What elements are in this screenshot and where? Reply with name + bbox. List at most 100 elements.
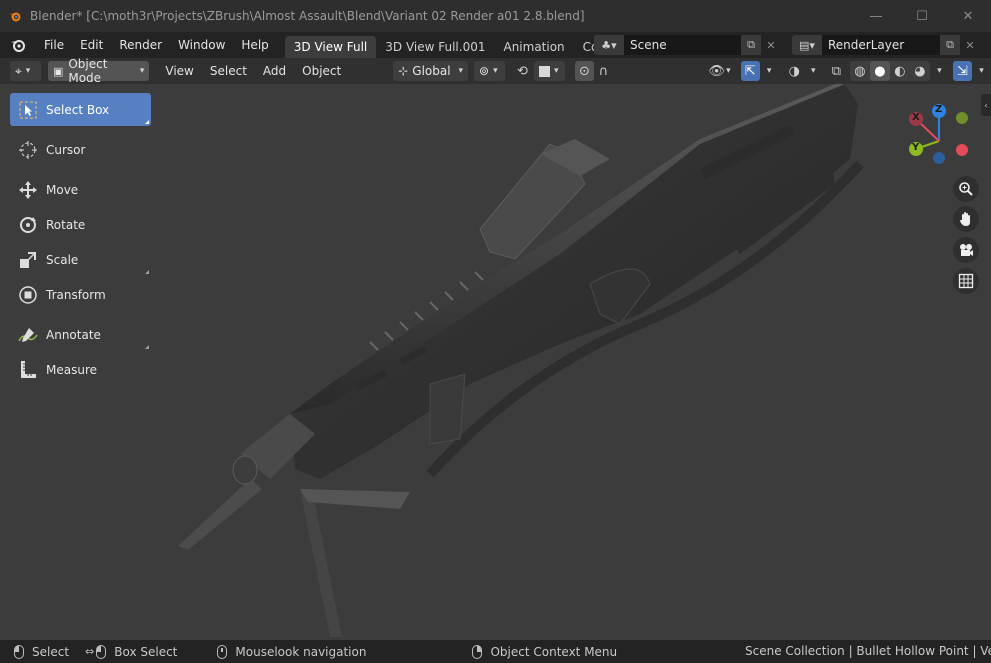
status-mouselook: Mouselook navigation [217,644,367,659]
tool-select-box[interactable]: Select Box [10,93,151,126]
new-scene-button[interactable]: ⧉ [741,35,761,55]
snap-toggle-icon[interactable]: ⟲ [513,61,532,81]
pan-hand-icon[interactable] [953,206,979,232]
visibility-icon[interactable]: 👁 [707,61,726,81]
tool-variants-indicator [145,120,149,124]
overlays-dropdown-icon[interactable]: ▾ [804,61,823,81]
viewport-header: ⌖ ▾ ▣ Object Mode ▾ View Select Add Object… [0,57,991,85]
tool-measure[interactable]: Measure [10,353,151,386]
sidebar-expand-icon[interactable]: ‹ [981,94,991,116]
rotate-icon [10,215,46,235]
snap-element-dropdown[interactable]: ▾ [534,61,565,81]
tab-3d-view-full[interactable]: 3D View Full [284,36,377,58]
status-box-select: ⇔ Box Select [85,644,178,659]
wireframe-shading-icon[interactable]: ◍ [850,61,870,81]
ortho-grid-icon[interactable] [953,268,979,294]
3d-viewport[interactable]: Select Box Cursor Move Rotate Scale Tran… [0,84,991,640]
mode-dropdown[interactable]: ▣ Object Mode ▾ [47,57,150,85]
tool-label-annotate: Annotate [46,327,101,342]
tool-label-scale: Scale [46,252,79,267]
tool-transform[interactable]: Transform [10,278,151,311]
pivot-icon: ⊚ [479,64,490,78]
scene-icon[interactable]: ♣▾ [594,35,624,55]
status-context-menu-label: Object Context Menu [490,644,618,659]
mouse-left-drag-icon [96,644,107,659]
maximize-button[interactable]: ☐ [899,0,945,32]
mouse-right-icon [472,644,483,659]
menu-help[interactable]: Help [233,32,276,58]
tool-label-transform: Transform [46,287,106,302]
tab-animation[interactable]: Animation [494,36,573,58]
window-title: Blender* [C:\moth3r\Projects\ZBrush\Almo… [30,9,585,23]
delete-view-layer-button[interactable]: ✕ [960,35,980,55]
proportional-edit-icon[interactable]: ⊙ [574,61,594,81]
editor-type-dropdown[interactable]: ⌖ ▾ [10,61,41,81]
status-select-label: Select [32,644,70,659]
gizmo-dropdown-icon[interactable]: ▾ [760,61,779,81]
mouse-left-icon [14,644,24,659]
view-layer-selector: ▤▾ RenderLayer ⧉ ✕ [792,35,980,55]
tool-label-cursor: Cursor [46,142,86,157]
sidebar-toggle-icon[interactable]: ⇲ [952,61,972,81]
tool-variants-indicator [145,270,149,274]
scale-icon [10,250,46,270]
navigation-gizmo[interactable]: X Z Y [897,99,977,179]
tool-rotate[interactable]: Rotate [10,208,151,241]
new-view-layer-button[interactable]: ⧉ [940,35,960,55]
view-layer-field[interactable]: RenderLayer [822,35,940,55]
gizmo-toggle-icon[interactable]: ⇱ [740,61,760,81]
move-icon [10,180,46,200]
gizmo-z-label: Z [935,104,943,115]
camera-icon[interactable] [953,237,979,263]
menu-view[interactable]: View [157,64,201,78]
gizmo-y-label: Y [912,142,920,153]
mode-label: Object Mode [68,57,108,85]
blender-menu-icon[interactable] [0,38,36,52]
material-shading-icon[interactable]: ◐ [890,61,910,81]
shading-dropdown-icon[interactable]: ▾ [930,61,949,81]
delete-scene-button[interactable]: ✕ [761,35,781,55]
status-select: Select [14,644,70,659]
tool-shelf: Select Box Cursor Move Rotate Scale Tran… [10,93,151,386]
zoom-icon[interactable] [953,176,979,202]
drag-icon: ⇔ [85,645,95,658]
pivot-dropdown[interactable]: ⊚ ▾ [474,61,505,81]
menu-file[interactable]: File [36,32,72,58]
tool-move[interactable]: Move [10,173,151,206]
scene-field[interactable]: Scene [624,35,741,55]
select-box-icon [10,100,46,120]
solid-shading-icon[interactable]: ● [869,61,890,81]
orientation-label: Global [412,64,451,78]
orientation-icon: ⊹ [398,64,409,78]
tool-annotate[interactable]: Annotate [10,318,151,351]
view-layer-icon[interactable]: ▤▾ [792,35,822,55]
overlays-icon[interactable]: ◑ [785,61,804,81]
tool-cursor[interactable]: Cursor [10,133,151,166]
minimize-button[interactable]: — [853,0,899,32]
annotate-icon [10,325,46,345]
falloff-icon[interactable]: ∩ [594,61,613,81]
editor-type-icon: ⌖ [15,63,22,78]
blender-logo-icon [0,0,30,32]
menu-add[interactable]: Add [255,64,294,78]
tool-variants-indicator [145,345,149,349]
menu-window[interactable]: Window [170,32,233,58]
menu-select[interactable]: Select [202,64,255,78]
xray-icon[interactable]: ⧉ [827,61,846,81]
close-button[interactable]: ✕ [945,0,991,32]
rendered-shading-icon[interactable]: ◕ [910,61,930,81]
status-bar: Select ⇔ Box Select Mouselook navigation… [0,640,991,663]
tool-scale[interactable]: Scale [10,243,151,276]
header-dropdown-icon[interactable]: ▾ [972,61,991,81]
status-mouselook-label: Mouselook navigation [235,644,367,659]
status-box-select-label: Box Select [114,644,178,659]
measure-icon [10,360,46,380]
tab-3d-view-full-001[interactable]: 3D View Full.001 [376,36,494,58]
snap-increment-icon [539,65,550,77]
cursor-icon [10,140,46,160]
menu-object[interactable]: Object [294,64,349,78]
menu-render[interactable]: Render [111,32,170,58]
status-context-menu: Object Context Menu [472,644,618,659]
orientation-dropdown[interactable]: ⊹ Global ▾ [393,61,468,81]
menu-edit[interactable]: Edit [72,32,111,58]
